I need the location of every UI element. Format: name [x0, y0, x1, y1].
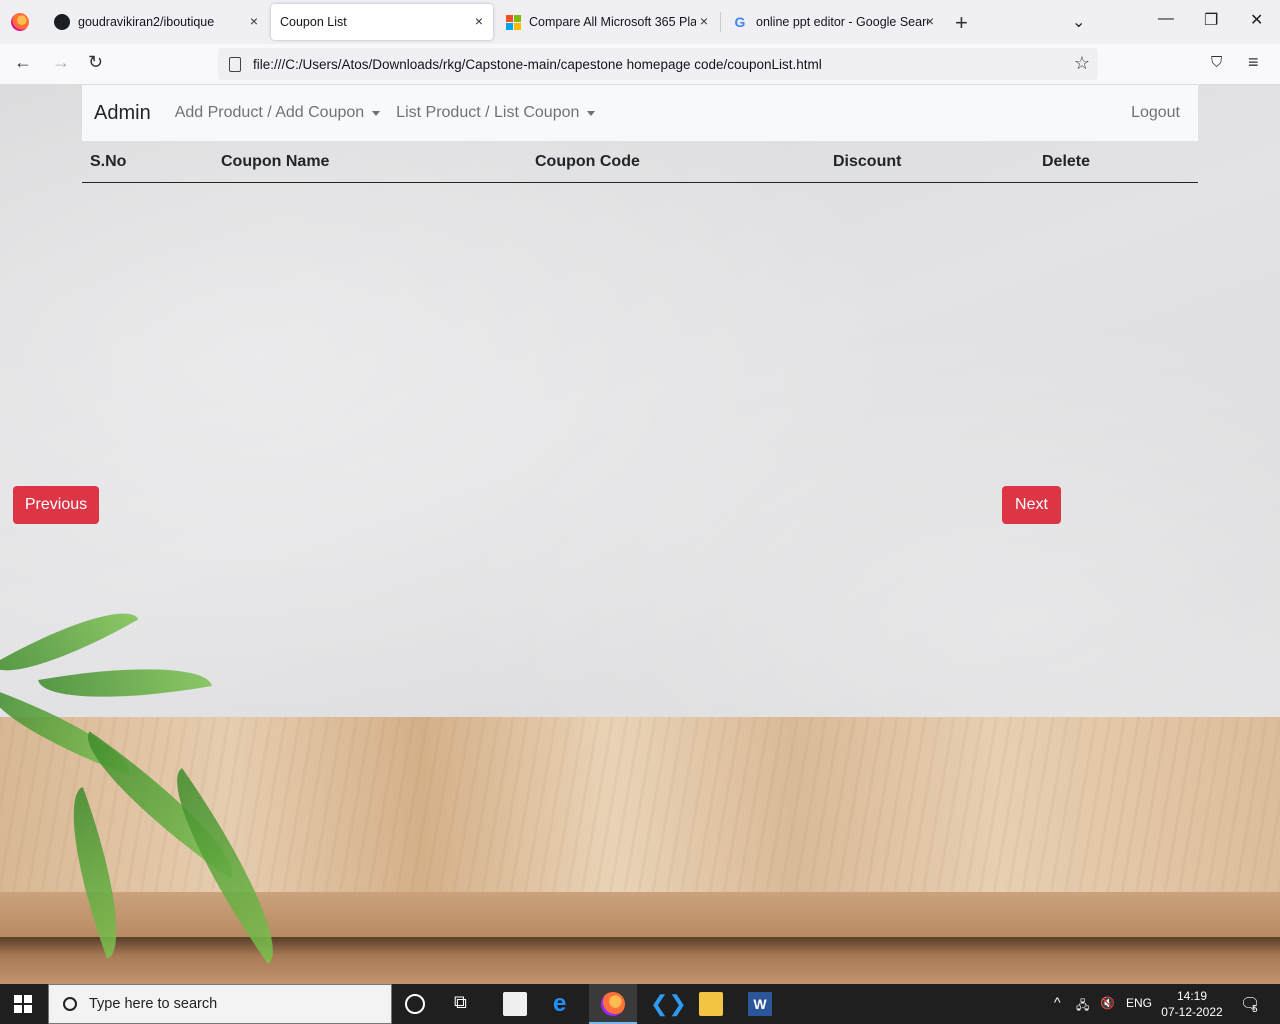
network-icon[interactable]: 🖧: [1076, 996, 1089, 1017]
close-window-icon[interactable]: ✕: [1250, 10, 1263, 30]
address-bar[interactable]: file:///C:/Users/Atos/Downloads/rkg/Caps…: [218, 48, 1098, 80]
restore-icon[interactable]: ❐: [1204, 10, 1218, 30]
close-tab-icon[interactable]: ×: [926, 13, 934, 29]
column-header-coupon-code: Coupon Code: [527, 141, 825, 183]
tab-separator: [720, 12, 721, 32]
add-product-coupon-dropdown[interactable]: Add Product / Add Coupon: [174, 104, 381, 122]
column-header-discount: Discount: [825, 141, 1034, 183]
edge-icon[interactable]: e: [553, 992, 577, 1016]
table-edge: [0, 892, 1280, 937]
github-icon: [54, 14, 70, 30]
dropdown-label: Add Product / Add Coupon: [174, 104, 365, 121]
url-text[interactable]: file:///C:/Users/Atos/Downloads/rkg/Caps…: [253, 57, 822, 72]
browser-navigation-bar: ← → ↻ file:///C:/Users/Atos/Downloads/rk…: [0, 44, 1280, 85]
reload-icon[interactable]: ↻: [88, 52, 103, 73]
microsoft-icon: [506, 14, 521, 30]
minimize-icon[interactable]: —: [1158, 10, 1174, 28]
notification-count: 5: [1252, 1004, 1258, 1015]
search-icon: [63, 997, 77, 1011]
brand-admin[interactable]: Admin: [94, 102, 151, 125]
menu-hamburger-icon[interactable]: ≡: [1248, 52, 1259, 73]
tab-microsoft[interactable]: Compare All Microsoft 365 Plan ×: [494, 4, 716, 40]
tab-title: goudravikiran2/iboutique: [78, 15, 215, 29]
tab-google[interactable]: G online ppt editor - Google Searc ×: [722, 4, 942, 40]
bookmark-star-icon[interactable]: ☆: [1074, 53, 1090, 74]
logout-link[interactable]: Logout: [1131, 104, 1180, 122]
pocket-icon[interactable]: ⛉: [1211, 54, 1222, 71]
tab-list-chevron-icon[interactable]: ⌄: [1072, 12, 1085, 32]
clock-date: 07-12-2022: [1161, 1005, 1223, 1019]
previous-button[interactable]: Previous: [13, 486, 99, 524]
task-view-icon[interactable]: ⧉: [454, 992, 478, 1016]
column-header-delete: Delete: [1034, 141, 1198, 183]
new-tab-button[interactable]: +: [955, 10, 968, 36]
browser-tab-bar: goudravikiran2/iboutique × Coupon List ×…: [0, 0, 1280, 44]
dropdown-label: List Product / List Coupon: [396, 104, 580, 121]
word-icon[interactable]: W: [748, 992, 772, 1016]
clock-time: 14:19: [1176, 989, 1208, 1003]
caret-down-icon: [372, 110, 381, 116]
firefox-icon[interactable]: [11, 13, 29, 31]
clock[interactable]: 14:19 07-12-2022: [1160, 988, 1224, 1020]
list-product-coupon-dropdown[interactable]: List Product / List Coupon: [396, 104, 596, 122]
file-explorer-icon[interactable]: [699, 992, 723, 1016]
caret-down-icon: [587, 110, 596, 116]
windows-taskbar: Type here to search ⧉ e ❮❯ W ^ 🖧 🔇 ENG 1…: [0, 984, 1280, 1024]
language-indicator[interactable]: ENG: [1126, 996, 1152, 1010]
search-placeholder: Type here to search: [89, 996, 218, 1012]
google-icon: G: [734, 14, 746, 30]
tab-coupon-list[interactable]: Coupon List ×: [271, 4, 493, 40]
admin-navbar: Admin Add Product / Add Coupon List Prod…: [82, 85, 1198, 141]
tab-title: online ppt editor - Google Searc: [756, 15, 928, 29]
vscode-icon[interactable]: ❮❯: [650, 992, 687, 1016]
tab-title: Compare All Microsoft 365 Plan: [529, 15, 696, 29]
windows-start-icon[interactable]: [14, 995, 32, 1013]
cortana-icon[interactable]: [405, 994, 425, 1014]
table-header-row: S.No Coupon Name Coupon Code Discount De…: [82, 141, 1198, 183]
page-viewport: Admin Add Product / Add Coupon List Prod…: [0, 85, 1280, 984]
forward-arrow-icon[interactable]: →: [52, 52, 70, 73]
close-tab-icon[interactable]: ×: [475, 13, 483, 29]
show-hidden-icons-chevron-icon[interactable]: ^: [1054, 994, 1061, 1010]
column-header-coupon-name: Coupon Name: [213, 141, 527, 183]
back-arrow-icon[interactable]: ←: [14, 52, 32, 73]
tab-title: Coupon List: [280, 15, 347, 29]
store-icon[interactable]: [503, 992, 527, 1016]
page-icon: [229, 56, 241, 72]
plant-leaf: [38, 650, 212, 716]
next-button[interactable]: Next: [1002, 486, 1061, 524]
close-tab-icon[interactable]: ×: [700, 13, 708, 29]
taskbar-search-box[interactable]: Type here to search: [48, 984, 392, 1024]
firefox-taskbar-icon[interactable]: [601, 992, 625, 1016]
volume-muted-icon[interactable]: 🔇: [1100, 996, 1115, 1010]
column-header-sno: S.No: [82, 141, 213, 183]
coupon-table: S.No Coupon Name Coupon Code Discount De…: [82, 141, 1198, 183]
table-shadow: [0, 937, 1280, 984]
close-tab-icon[interactable]: ×: [250, 13, 258, 29]
tab-github[interactable]: goudravikiran2/iboutique ×: [44, 4, 268, 40]
